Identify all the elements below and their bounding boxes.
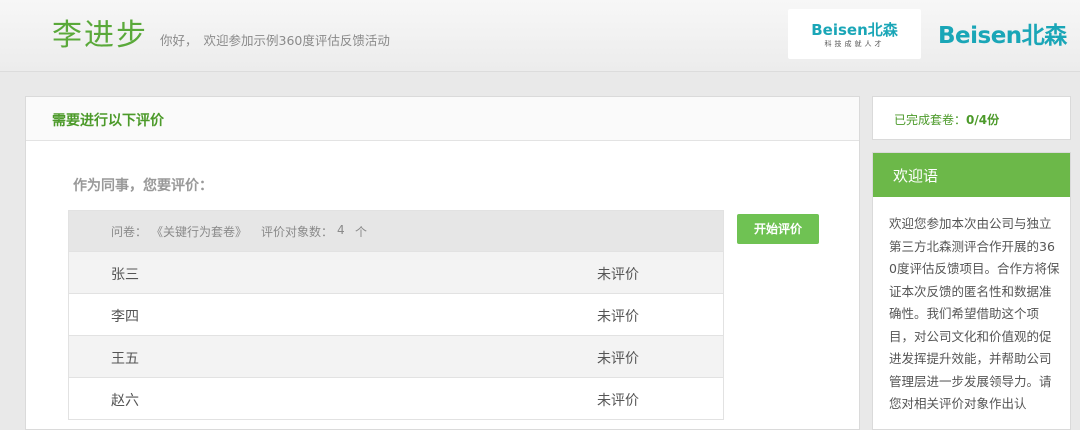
welcome-message: 欢迎您参加本次由公司与独立第三方北森测评合作开展的360度评估反馈项目。合作方将… (889, 216, 1060, 411)
welcome-header: 欢迎语 (873, 153, 1070, 197)
greeting-text: 你好， 欢迎参加示例360度评估反馈活动 (160, 30, 390, 49)
logo-small-text: Beisen北森 (811, 21, 898, 39)
questionnaire-name: 《关键行为套卷》 (151, 225, 248, 239)
welcome-title: 欢迎语 (893, 167, 939, 185)
target-count-unit: 个 (355, 225, 368, 239)
target-count: 4 (337, 223, 345, 237)
greeting-hello: 你好， (160, 33, 198, 48)
progress-label: 已完成套卷： (894, 113, 967, 127)
table-row[interactable]: 王五 未评价 (69, 335, 723, 377)
target-count-label: 评价对象数： (261, 225, 334, 239)
beisen-logo-large: Beisen北森 (938, 23, 1067, 49)
evaluation-table: 问卷： 《关键行为套卷》 评价对象数： 4 个 张三 未评价 李四 未评价 王五… (68, 210, 724, 420)
user-name: 李进步 (52, 18, 148, 53)
panel-title: 需要进行以下评价 (52, 113, 164, 129)
progress-value: 0/4份 (966, 113, 1000, 127)
evaluation-status: 未评价 (597, 309, 639, 325)
evaluation-status: 未评价 (597, 267, 639, 283)
beisen-logo-small: Beisen北森 科技成就人才 (788, 9, 921, 59)
progress-panel: 已完成套卷：0/4份 (872, 96, 1071, 140)
evaluation-panel: 需要进行以下评价 作为同事，您要评价： 问卷： 《关键行为套卷》 评价对象数： … (25, 96, 860, 430)
target-name: 张三 (111, 267, 139, 283)
target-name: 李四 (111, 309, 139, 325)
evaluation-status: 未评价 (597, 393, 639, 409)
questionnaire-label: 问卷： (111, 225, 148, 239)
welcome-panel: 欢迎语 欢迎您参加本次由公司与独立第三方北森测评合作开展的360度评估反馈项目。… (872, 152, 1071, 430)
target-name: 王五 (111, 351, 139, 367)
evaluation-panel-header: 需要进行以下评价 (26, 97, 859, 141)
table-row[interactable]: 张三 未评价 (69, 251, 723, 293)
greeting-message: 欢迎参加示例360度评估反馈活动 (203, 33, 390, 48)
table-row[interactable]: 李四 未评价 (69, 293, 723, 335)
table-row[interactable]: 赵六 未评价 (69, 377, 723, 419)
evaluation-status: 未评价 (597, 351, 639, 367)
start-evaluation-button[interactable]: 开始评价 (737, 214, 819, 244)
logo-slogan: 科技成就人才 (824, 40, 885, 48)
progress-text: 已完成套卷：0/4份 (894, 111, 999, 128)
table-header: 问卷： 《关键行为套卷》 评价对象数： 4 个 (69, 211, 723, 251)
target-name: 赵六 (111, 393, 139, 409)
role-section-title: 作为同事，您要评价： (73, 178, 213, 194)
page-header: 李进步 你好， 欢迎参加示例360度评估反馈活动 Beisen北森 科技成就人才 … (0, 0, 1080, 72)
